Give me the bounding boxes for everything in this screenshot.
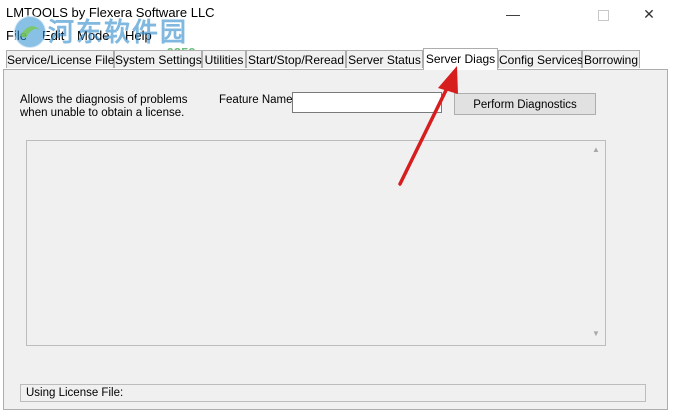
scroll-down-icon[interactable]: ▼ bbox=[591, 329, 601, 338]
feature-name-label: Feature Name bbox=[219, 94, 293, 106]
server-diags-panel: Allows the diagnosis of problems when un… bbox=[3, 69, 668, 410]
tab-service-license-file[interactable]: Service/License File bbox=[6, 50, 114, 68]
watermark-text: 河东软件园 bbox=[48, 18, 189, 48]
minimize-button[interactable]: — bbox=[490, 0, 536, 29]
tab-server-diags[interactable]: Server Diags bbox=[423, 48, 498, 70]
tab-config-services[interactable]: Config Services bbox=[498, 50, 583, 68]
license-file-status: Using License File: bbox=[20, 384, 646, 402]
diagnostics-output-area[interactable] bbox=[26, 140, 606, 346]
output-scrollbar[interactable]: ▲ ▼ bbox=[586, 140, 606, 346]
tab-borrowing[interactable]: Borrowing bbox=[582, 50, 640, 68]
diagnosis-description: Allows the diagnosis of problems when un… bbox=[20, 94, 188, 119]
tab-strip: Service/License File System Settings Uti… bbox=[0, 48, 673, 70]
feature-name-input[interactable] bbox=[292, 92, 442, 113]
tab-system-settings[interactable]: System Settings bbox=[114, 50, 202, 68]
maximize-button[interactable] bbox=[580, 0, 626, 29]
close-button[interactable]: ✕ bbox=[626, 0, 672, 29]
tab-utilities[interactable]: Utilities bbox=[202, 50, 246, 68]
tab-server-status[interactable]: Server Status bbox=[346, 50, 423, 68]
perform-diagnostics-button[interactable]: Perform Diagnostics bbox=[454, 93, 596, 115]
tab-start-stop-reread[interactable]: Start/Stop/Reread bbox=[246, 50, 346, 68]
scroll-up-icon[interactable]: ▲ bbox=[591, 145, 601, 154]
watermark-logo-icon bbox=[13, 15, 47, 49]
maximize-icon bbox=[597, 9, 609, 21]
